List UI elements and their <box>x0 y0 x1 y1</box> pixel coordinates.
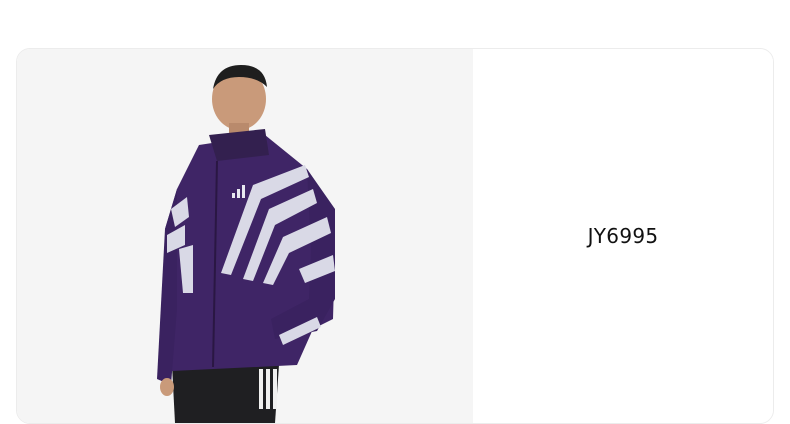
product-info-panel: JY6995 <box>473 49 773 423</box>
product-photo-illustration <box>157 65 335 423</box>
product-card[interactable]: JY6995 <box>16 48 774 424</box>
product-image[interactable] <box>17 49 473 423</box>
product-sku: JY6995 <box>587 224 659 248</box>
model-hand <box>160 378 174 396</box>
